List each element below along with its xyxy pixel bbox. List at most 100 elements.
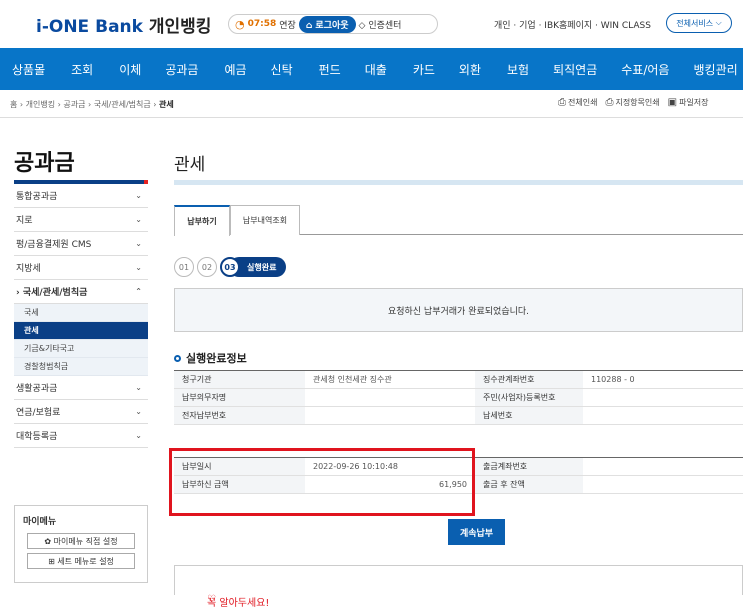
sidebar-item[interactable]: 통합공과금 ⌄ bbox=[14, 184, 148, 208]
sidebar-item[interactable]: › 국세/관세/범칙금 ⌃ bbox=[14, 280, 148, 304]
top-links[interactable]: 개인 · 기업 · IBK홈페이지 · WIN CLASS bbox=[494, 18, 651, 31]
lock-icon: ⌂ bbox=[305, 20, 313, 31]
breadcrumb: 홈 › 개인뱅킹 › 공과금 › 국세/관세/범칙금 › 관세 bbox=[10, 100, 174, 109]
tab-history[interactable]: 납부내역조회 bbox=[230, 205, 300, 235]
nav-item[interactable]: 수표/어음 bbox=[621, 61, 669, 78]
nav-item[interactable]: 펀드 bbox=[319, 61, 341, 78]
sidebar-item[interactable]: 연금/보험료 ⌄ bbox=[14, 400, 148, 424]
chevron-down-icon: ⌄ bbox=[135, 431, 142, 440]
my-menu-direct-button[interactable]: ✿ 마이메뉴 직접 설정 bbox=[27, 533, 135, 549]
sidebar-item-label: 펑/금융결제원 CMS bbox=[16, 240, 92, 250]
breadcrumb-current: 관세 bbox=[159, 100, 174, 109]
shield-icon: ◇ bbox=[358, 20, 366, 31]
print-all-button[interactable]: ⎙ 전체인쇄 bbox=[558, 97, 597, 108]
chevron-down-icon: ⌵ bbox=[715, 18, 722, 27]
nav-item[interactable]: 퇴직연금 bbox=[553, 61, 597, 78]
breadcrumb-l3[interactable]: 국세/관세/범칙금 bbox=[94, 100, 151, 109]
chevron-down-icon: ⌄ bbox=[135, 239, 142, 248]
nav-item[interactable]: 신탁 bbox=[271, 61, 293, 78]
sidebar-item-label: › 국세/관세/범칙금 bbox=[16, 288, 88, 298]
table-row: 납부의무자명 주민(사업자)등록번호 bbox=[174, 388, 743, 407]
session-timer: ◔ 07:58 연장 ⌂ 로그아웃 ◇ 인증센터 bbox=[228, 14, 438, 34]
sidebar-subitem[interactable]: 국세 bbox=[14, 304, 148, 322]
breadcrumb-l1[interactable]: 개인뱅킹 bbox=[26, 100, 55, 109]
page-title: 관세 bbox=[174, 155, 206, 175]
sidebar-item[interactable]: 지로 ⌄ bbox=[14, 208, 148, 232]
tab-pay[interactable]: 납부하기 bbox=[174, 205, 230, 236]
sidebar-subitem[interactable]: 기금&기타국고 bbox=[14, 340, 148, 358]
sidebar-item[interactable]: 대학등록금 ⌄ bbox=[14, 424, 148, 448]
sidebar-item-label: 지방세 bbox=[16, 264, 41, 274]
table-value: 관세청 인천세관 징수관 bbox=[305, 370, 475, 389]
table-value bbox=[583, 475, 743, 494]
table-value bbox=[305, 388, 475, 407]
grid-icon: ⊞ bbox=[48, 556, 55, 566]
my-menu-title: 마이메뉴 bbox=[23, 517, 57, 527]
sidebar-item-label: 통합공과금 bbox=[16, 192, 58, 202]
highlight-box bbox=[169, 448, 475, 516]
nav-item[interactable]: 카드 bbox=[413, 61, 435, 78]
printer-icon: ⎙ bbox=[605, 97, 614, 108]
step-1: 01 bbox=[174, 257, 194, 277]
nav-item[interactable]: 공과금 bbox=[165, 61, 198, 78]
sidebar-item[interactable]: 생활공과금 ⌄ bbox=[14, 376, 148, 400]
clock-icon: ◔ bbox=[235, 17, 245, 31]
table-label: 전자납부번호 bbox=[174, 406, 305, 425]
chevron-down-icon: ⌄ bbox=[135, 191, 142, 200]
sidebar-item[interactable]: 펑/금융결제원 CMS ⌄ bbox=[14, 232, 148, 256]
tab-bar: 납부하기 납부내역조회 bbox=[174, 205, 743, 236]
nav-item[interactable]: 상품몰 bbox=[12, 61, 45, 78]
all-services-button[interactable]: 전체서비스 ⌵ bbox=[666, 13, 732, 33]
breadcrumb-l2[interactable]: 공과금 bbox=[63, 100, 85, 109]
nav-item[interactable]: 뱅킹관리 bbox=[693, 61, 737, 78]
table-label: 출금계좌번호 bbox=[475, 457, 583, 476]
nav-item[interactable]: 대출 bbox=[365, 61, 387, 78]
extend-button[interactable]: 연장 bbox=[279, 18, 296, 31]
logo-brand: i-ONE bbox=[36, 17, 90, 37]
logo-service: 개인뱅킹 bbox=[148, 17, 212, 37]
my-menu-box: 마이메뉴 ✿ 마이메뉴 직접 설정 ⊞ 세트 메뉴로 설정 bbox=[14, 505, 148, 583]
table-label: 징수관계좌번호 bbox=[475, 370, 583, 389]
sidebar-title: 공과금 bbox=[14, 151, 75, 176]
breadcrumb-home[interactable]: 홈 bbox=[10, 100, 17, 109]
bullet-icon bbox=[174, 354, 181, 362]
save-file-button[interactable]: ▣ 파일저장 bbox=[668, 97, 709, 108]
nav-item[interactable]: 예금 bbox=[224, 61, 246, 78]
nav-item[interactable]: 조회 bbox=[71, 61, 93, 78]
table-label: 청구기관 bbox=[174, 370, 305, 389]
chevron-up-icon: ⌃ bbox=[135, 287, 142, 296]
my-menu-set-button[interactable]: ⊞ 세트 메뉴로 설정 bbox=[27, 553, 135, 569]
title-underline bbox=[174, 180, 743, 185]
table-label: 출금 후 잔액 bbox=[475, 475, 583, 494]
nav-item[interactable]: 이체 bbox=[119, 61, 141, 78]
sidebar-item-label: 연금/보험료 bbox=[16, 408, 61, 418]
nav-item[interactable]: 외환 bbox=[459, 61, 481, 78]
table-value: 110288 - 0 bbox=[583, 370, 743, 389]
sidebar-item[interactable]: 지방세 ⌄ bbox=[14, 256, 148, 280]
save-icon: ▣ bbox=[667, 97, 678, 108]
printer-icon: ⎙ bbox=[558, 97, 566, 108]
table-value bbox=[305, 406, 475, 425]
table-value bbox=[583, 457, 743, 476]
continue-pay-button[interactable]: 계속납부 bbox=[448, 519, 505, 545]
chevron-down-icon: ⌄ bbox=[135, 263, 142, 272]
sidebar-subitem[interactable]: 관세 bbox=[14, 322, 148, 340]
step-3: 03 bbox=[220, 257, 240, 277]
section-title: 실행완료정보 bbox=[174, 350, 247, 366]
sidebar-menu: 통합공과금 ⌄ 지로 ⌄ 펑/금융결제원 CMS ⌄ 지방세 ⌄ › 국세/관세/범칙금 ⌃ 국세 관… bbox=[14, 184, 148, 448]
logo-bank: Bank bbox=[95, 17, 143, 37]
sidebar-item-label: 생활공과금 bbox=[16, 384, 58, 394]
page-tools: ⎙ 전체인쇄 ⎙ 지정항목인쇄 ▣ 파일저장 bbox=[558, 97, 709, 108]
print-selected-button[interactable]: ⎙ 지정항목인쇄 bbox=[605, 97, 659, 108]
table-value bbox=[583, 388, 743, 407]
sidebar-subitem[interactable]: 경찰청범칙금 bbox=[14, 358, 148, 376]
chevron-down-icon: ⌄ bbox=[135, 215, 142, 224]
bank-logo[interactable]: i-ONE Bank 개인뱅킹 bbox=[36, 12, 211, 37]
step-2: 02 bbox=[197, 257, 217, 277]
logout-button[interactable]: ⌂ 로그아웃 bbox=[298, 15, 356, 33]
main-nav: 상품몰 조회 이체 공과금 예금 신탁 펀드 대출 카드 외환 보험 퇴직연금 수표/어음 뱅킹관리 bbox=[0, 48, 743, 90]
cert-center-button[interactable]: ◇ 인증센터 bbox=[359, 18, 402, 31]
nav-item[interactable]: 보험 bbox=[507, 61, 529, 78]
table-row: 전자납부번호 납세번호 bbox=[174, 406, 743, 425]
table-label: 납세번호 bbox=[475, 406, 583, 425]
